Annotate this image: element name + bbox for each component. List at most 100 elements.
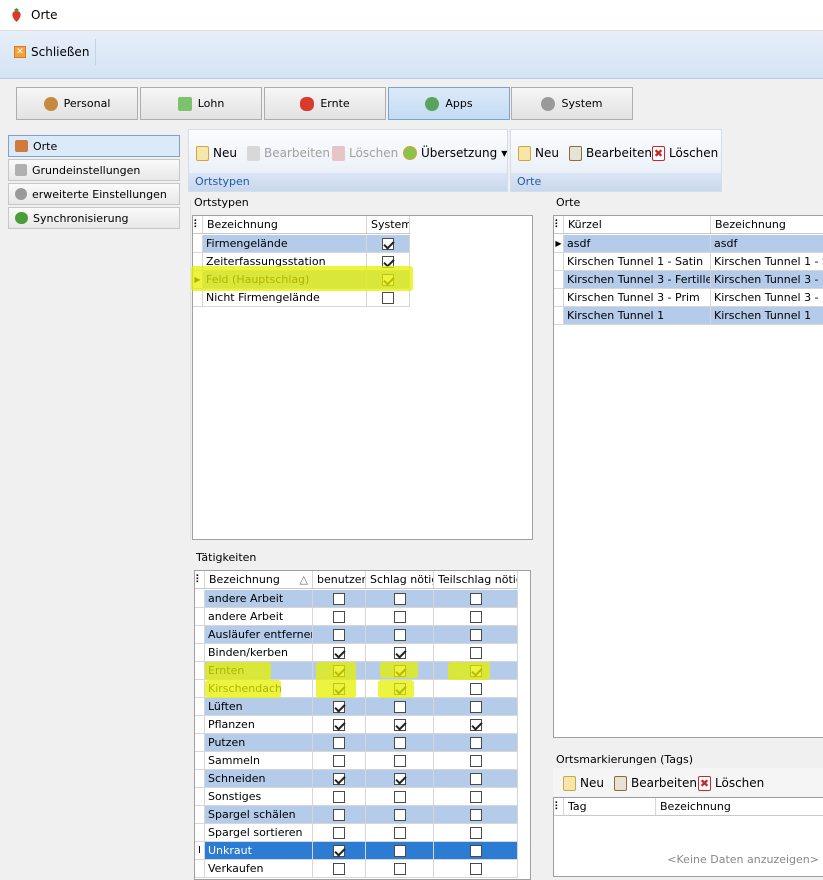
checkbox[interactable]: [393, 826, 406, 839]
table-row[interactable]: I Unkraut: [195, 842, 518, 860]
column-chooser-icon[interactable]: ⠇: [193, 216, 203, 233]
checkbox[interactable]: [393, 754, 406, 767]
checkbox[interactable]: [393, 772, 406, 785]
checkbox[interactable]: [333, 844, 345, 857]
checkbox[interactable]: [393, 808, 406, 821]
orte-edit-button[interactable]: Bearbeiten: [569, 143, 652, 163]
tags-edit-button[interactable]: Bearbeiten: [614, 773, 697, 793]
checkbox[interactable]: [393, 628, 406, 641]
checkbox[interactable]: [333, 790, 345, 803]
table-row[interactable]: Binden/kerben: [195, 644, 518, 662]
checkbox[interactable]: [393, 844, 406, 857]
checkbox[interactable]: [333, 862, 345, 875]
checkbox[interactable]: [469, 682, 482, 695]
checkbox[interactable]: [469, 826, 482, 839]
ortstypen-grid[interactable]: ⠇ Bezeichnung System Firmengelände Zeiter…: [192, 215, 533, 540]
sidebar-item-erweitert[interactable]: erweiterte Einstellungen: [8, 183, 180, 205]
checkbox[interactable]: [333, 700, 345, 713]
table-row[interactable]: Kirschen Tunnel 1 Kirschen Tunnel 1: [554, 307, 823, 325]
sidebar-item-synchronisierung[interactable]: Synchronisierung: [8, 207, 180, 229]
column-chooser-icon[interactable]: ⠇: [554, 798, 564, 815]
orte-grid[interactable]: ⠇ Kürzel Bezeichnung ▶ asdf asdf Kirschen T…: [553, 215, 823, 738]
taetigkeiten-grid[interactable]: ⠇ Bezeichnung △ benutzen Schlag nötig Te…: [194, 570, 531, 880]
checkbox[interactable]: [469, 592, 482, 605]
column-header-bezeichnung[interactable]: Bezeichnung △: [205, 571, 313, 588]
table-row[interactable]: Kirschen Tunnel 1 - Satin Kirschen Tunnel…: [554, 253, 823, 271]
column-header-teilschlag[interactable]: Teilschlag nötig: [434, 571, 518, 588]
column-header-kuerzel[interactable]: Kürzel: [564, 216, 711, 233]
checkbox[interactable]: [333, 772, 345, 785]
checkbox[interactable]: [393, 700, 406, 713]
checkbox[interactable]: [333, 718, 345, 731]
sidebar-item-orte[interactable]: Orte: [8, 135, 180, 157]
checkbox[interactable]: [393, 646, 406, 659]
checkbox[interactable]: [393, 610, 406, 623]
table-row[interactable]: Lüften: [195, 698, 518, 716]
table-row[interactable]: andere Arbeit: [195, 608, 518, 626]
table-row[interactable]: ▶ asdf asdf: [554, 235, 823, 253]
tags-grid[interactable]: ⠇ Tag Bezeichnung <Keine Daten anzuzeige…: [553, 797, 823, 877]
table-row[interactable]: Verkaufen: [195, 860, 518, 878]
checkbox[interactable]: [333, 754, 345, 767]
column-header-system[interactable]: System: [367, 216, 410, 233]
table-row[interactable]: Spargel sortieren: [195, 824, 518, 842]
checkbox[interactable]: [469, 754, 482, 767]
checkbox[interactable]: [469, 700, 482, 713]
tags-new-button[interactable]: Neu: [563, 773, 604, 793]
checkbox[interactable]: [393, 592, 406, 605]
nav-lohn[interactable]: Lohn: [140, 87, 262, 120]
checkbox[interactable]: [469, 646, 482, 659]
ortstypen-edit-button[interactable]: Bearbeiten: [247, 143, 330, 163]
checkbox[interactable]: [333, 646, 345, 659]
table-row[interactable]: Putzen: [195, 734, 518, 752]
column-header-schlag[interactable]: Schlag nötig: [366, 571, 434, 588]
table-row[interactable]: Kirschen Tunnel 3 - Fertille Kirschen Tun…: [554, 271, 823, 289]
column-header-bezeichnung[interactable]: Bezeichnung: [203, 216, 367, 233]
table-row[interactable]: Kirschen Tunnel 3 - Prim Kirschen Tunnel …: [554, 289, 823, 307]
checkbox[interactable]: [469, 844, 482, 857]
checkbox[interactable]: [393, 790, 406, 803]
table-row[interactable]: Nicht Firmengelände: [193, 289, 410, 307]
column-chooser-icon[interactable]: ⠇: [195, 571, 205, 588]
orte-delete-button[interactable]: ✖ Löschen: [652, 143, 718, 163]
checkbox[interactable]: [393, 736, 406, 749]
checkbox[interactable]: [333, 610, 345, 623]
table-row[interactable]: Firmengelände: [193, 235, 410, 253]
checkbox[interactable]: [393, 718, 406, 731]
sidebar-item-grundeinstellungen[interactable]: Grundeinstellungen: [8, 159, 180, 181]
checkbox[interactable]: [469, 790, 482, 803]
checkbox[interactable]: [333, 736, 345, 749]
checkbox[interactable]: [333, 592, 345, 605]
tags-delete-button[interactable]: ✖ Löschen: [698, 773, 764, 793]
close-button[interactable]: ✕ Schließen: [8, 39, 97, 65]
table-row[interactable]: Pflanzen: [195, 716, 518, 734]
checkbox[interactable]: [382, 237, 394, 250]
column-header-tag[interactable]: Tag: [564, 798, 656, 815]
nav-personal[interactable]: Personal: [16, 87, 138, 120]
checkbox[interactable]: [469, 736, 482, 749]
column-header-bezeichnung[interactable]: Bezeichnung: [656, 798, 823, 815]
checkbox[interactable]: [469, 862, 482, 875]
table-row[interactable]: Schneiden: [195, 770, 518, 788]
table-row[interactable]: Sammeln: [195, 752, 518, 770]
checkbox[interactable]: [469, 772, 482, 785]
nav-ernte[interactable]: Ernte: [264, 87, 386, 120]
checkbox[interactable]: [469, 718, 482, 731]
translate-dropdown-button[interactable]: Übersetzung ▼: [403, 143, 507, 163]
checkbox[interactable]: [469, 610, 482, 623]
nav-apps[interactable]: Apps: [388, 87, 510, 120]
checkbox[interactable]: [469, 808, 482, 821]
checkbox[interactable]: [469, 628, 482, 641]
table-row[interactable]: Ausläufer entfernen: [195, 626, 518, 644]
checkbox[interactable]: [333, 808, 345, 821]
nav-system[interactable]: System: [511, 87, 633, 120]
column-header-benutzen[interactable]: benutzen: [313, 571, 366, 588]
column-header-bezeichnung[interactable]: Bezeichnung: [711, 216, 823, 233]
ortstypen-delete-button[interactable]: Löschen: [332, 143, 398, 163]
checkbox[interactable]: [333, 826, 345, 839]
ortstypen-new-button[interactable]: Neu: [196, 143, 237, 163]
table-row[interactable]: Spargel schälen: [195, 806, 518, 824]
checkbox[interactable]: [333, 628, 345, 641]
orte-new-button[interactable]: Neu: [518, 143, 559, 163]
checkbox[interactable]: [393, 862, 406, 875]
